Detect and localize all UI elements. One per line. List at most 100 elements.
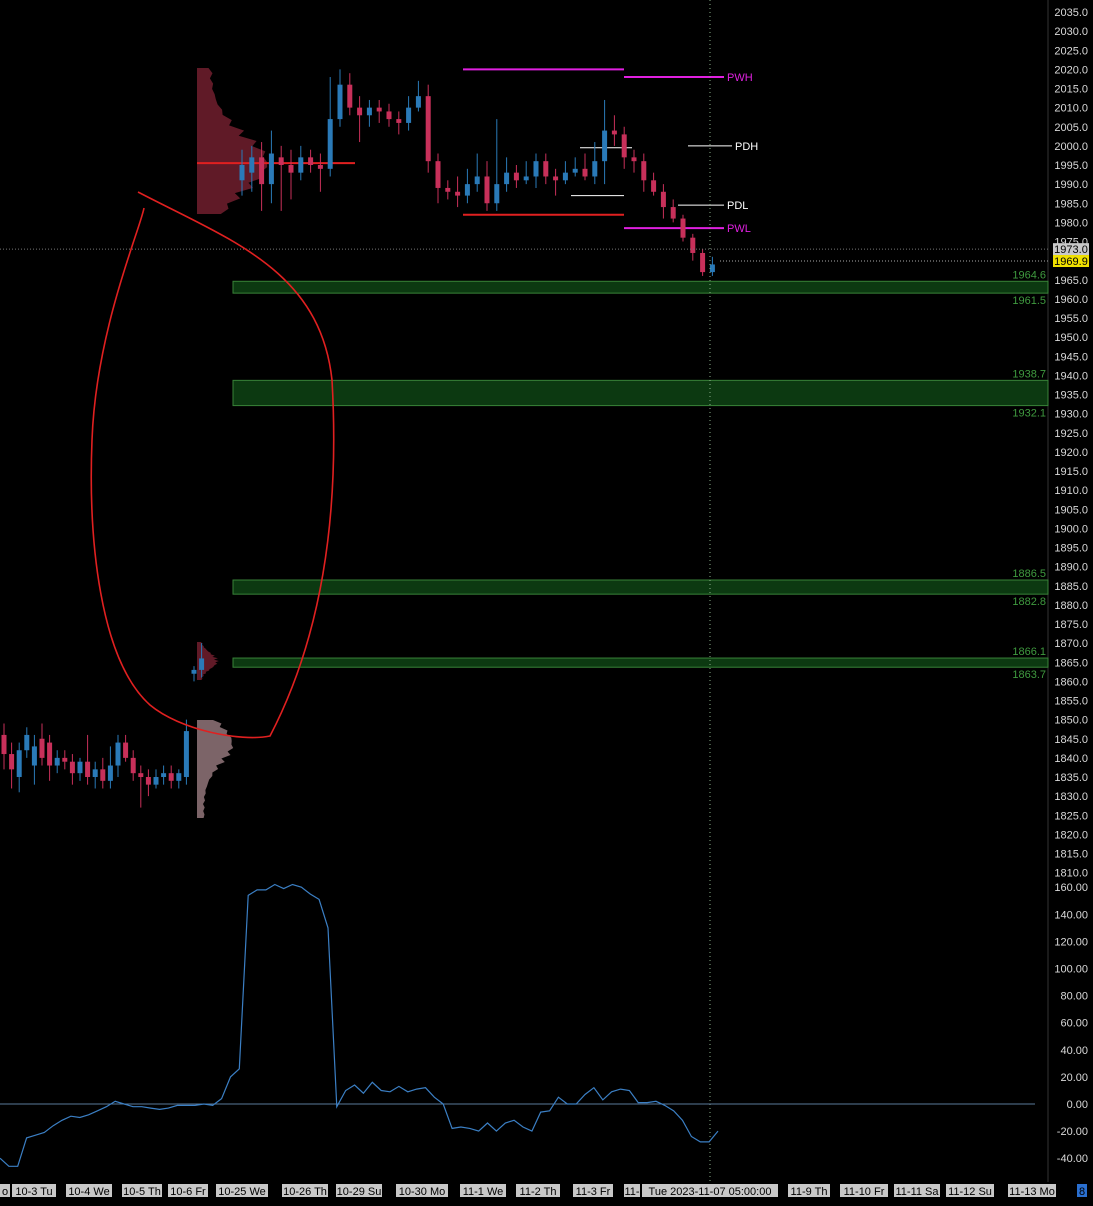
candle-body [455, 191, 461, 196]
candle-body [425, 96, 431, 162]
candle-body [47, 742, 53, 766]
price-tick-label: 1965.0 [1054, 275, 1088, 287]
support-zone [232, 657, 1049, 668]
candle-body [62, 757, 68, 762]
candle-body [77, 761, 83, 774]
zone-bottom-label: 1961.5 [1012, 295, 1046, 307]
time-label: 11-9 Th [791, 1186, 828, 1198]
candle-body [572, 168, 578, 173]
candle-body [611, 130, 617, 135]
candle-body [317, 165, 323, 169]
last-price-text: 1969.9 [1054, 256, 1088, 268]
candle-body [347, 84, 353, 108]
trading-chart[interactable]: 2035.0 2030.0 2025.0 2020.0 2015.0 2010.0 2005… [0, 0, 1093, 1206]
candle-body [582, 168, 588, 177]
time-label: 11-13 Mo [1009, 1186, 1055, 1198]
candle-body [445, 187, 451, 192]
candle-body [592, 161, 598, 177]
candle-body [562, 172, 568, 181]
price-tick-label: 1880.0 [1054, 600, 1088, 612]
candle-body [602, 130, 608, 162]
price-tick-label: 1945.0 [1054, 351, 1088, 363]
price-tick-label: 1925.0 [1054, 428, 1088, 440]
zone-bottom-label: 1932.1 [1012, 408, 1046, 420]
candle-body [396, 119, 402, 123]
candle-body [357, 107, 363, 116]
price-tick-label: 2010.0 [1054, 103, 1088, 115]
support-zone [232, 280, 1049, 294]
candle-body [123, 742, 129, 758]
price-tick-label: 1895.0 [1054, 543, 1088, 555]
candle-body [168, 773, 174, 781]
support-zone [232, 579, 1049, 595]
candle-body [631, 157, 637, 162]
candle-body [54, 757, 60, 766]
indicator-tick-label: 120.00 [1054, 936, 1088, 948]
candle-body [92, 769, 98, 777]
price-tick-label: 1860.0 [1054, 676, 1088, 688]
price-tick-label: 1885.0 [1054, 581, 1088, 593]
time-label: 11-2 Th [520, 1186, 557, 1198]
level-label: PDH [735, 141, 758, 153]
time-label: 10-4 We [68, 1186, 109, 1198]
candle-body [641, 161, 647, 181]
time-label: 11-12 Su [948, 1186, 992, 1198]
price-tick-label: 2020.0 [1054, 64, 1088, 76]
indicator-tick-label: 100.00 [1054, 964, 1088, 976]
volume-profile [197, 68, 268, 214]
candle-body [435, 161, 441, 188]
price-tick-label: 1855.0 [1054, 696, 1088, 708]
candle-body [145, 777, 151, 785]
candle-body [621, 134, 627, 158]
candle-body [680, 218, 686, 238]
indicator-tick-label: 60.00 [1060, 1018, 1088, 1030]
price-tick-label: 1865.0 [1054, 657, 1088, 669]
candle-body [337, 84, 343, 120]
time-label: 10-29 Su [337, 1186, 382, 1198]
time-label: 11- [624, 1186, 639, 1198]
candle-body [191, 669, 197, 674]
candle-body [366, 107, 372, 116]
candle-body [376, 107, 382, 112]
candle-body [651, 180, 657, 192]
crosshair-price-text: 1973.0 [1054, 244, 1088, 256]
time-label: 11-1 We [463, 1186, 504, 1198]
zone-top-label: 1938.7 [1012, 368, 1046, 380]
price-tick-label: 1810.0 [1054, 868, 1088, 880]
candle-body [474, 176, 480, 185]
candle-body [298, 157, 304, 173]
candle-body [533, 161, 539, 177]
time-label: 10-26 Th [283, 1186, 327, 1198]
price-tick-label: 1900.0 [1054, 523, 1088, 535]
indicator-tick-label: 0.00 [1067, 1099, 1088, 1111]
candle-body [278, 157, 284, 165]
candle-body [100, 769, 106, 781]
time-label: o [2, 1186, 8, 1198]
candle-body [107, 765, 113, 781]
candle-body [153, 777, 159, 785]
candle-body [523, 176, 529, 181]
candle-body [115, 742, 121, 766]
indicator-tick-label: 20.00 [1060, 1072, 1088, 1084]
candle-body [494, 184, 500, 204]
candle-body [161, 773, 167, 777]
candle-body [199, 658, 205, 670]
chart-canvas[interactable]: 2035.0 2030.0 2025.0 2020.0 2015.0 2010.0 2005… [0, 0, 1093, 1206]
price-tick-label: 1940.0 [1054, 370, 1088, 382]
price-tick-label: 1850.0 [1054, 715, 1088, 727]
time-label: 10-5 Th [123, 1186, 161, 1198]
indicator-line [0, 883, 719, 1167]
candle-body [327, 119, 333, 169]
candle-body [660, 191, 666, 208]
candle-body [31, 746, 37, 766]
price-tick-label: 2000.0 [1054, 141, 1088, 153]
candle-body [406, 107, 412, 123]
price-tick-label: 1920.0 [1054, 447, 1088, 459]
price-tick-label: 1845.0 [1054, 734, 1088, 746]
price-tick-label: 2030.0 [1054, 26, 1088, 38]
candle-body [415, 96, 421, 108]
zone-top-label: 1866.1 [1012, 646, 1046, 658]
indicator-tick-label: 40.00 [1060, 1045, 1088, 1057]
price-tick-label: 2015.0 [1054, 84, 1088, 96]
zone-bottom-label: 1882.8 [1012, 596, 1046, 608]
